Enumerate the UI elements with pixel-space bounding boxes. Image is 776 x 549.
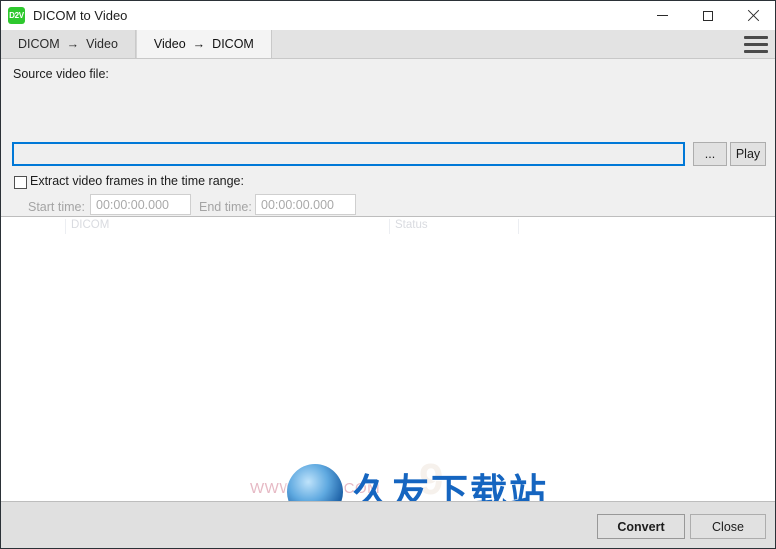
close-icon xyxy=(747,10,759,22)
start-time-input[interactable] xyxy=(90,194,191,215)
convert-button[interactable]: Convert xyxy=(597,514,685,539)
column-header-status[interactable]: Status xyxy=(395,219,428,231)
results-list[interactable]: DICOM Status 9 WWW.9UPK.COM 久友下载站 Www.9U… xyxy=(1,216,775,501)
play-button[interactable]: Play xyxy=(730,142,766,166)
footer-bar: Convert Close xyxy=(1,501,775,548)
window-title: DICOM to Video xyxy=(33,8,128,23)
extract-frames-checkbox[interactable] xyxy=(14,176,27,189)
end-time-label: End time: xyxy=(199,200,252,214)
list-column-headers: DICOM Status xyxy=(1,217,775,236)
tab-dicom-to-video-left: DICOM xyxy=(18,37,60,51)
list-rows-container xyxy=(1,236,775,501)
arrow-right-icon: → xyxy=(192,37,206,51)
close-window-button[interactable] xyxy=(730,1,775,30)
app-icon: D2V xyxy=(8,7,25,24)
maximize-button[interactable] xyxy=(685,1,730,30)
form-panel: Source video file: ... Play Extract vide… xyxy=(1,59,775,268)
close-button[interactable]: Close xyxy=(690,514,766,539)
app-window: D2V DICOM to Video DICOM → Video Video →… xyxy=(0,0,776,549)
end-time-input[interactable] xyxy=(255,194,356,215)
column-header-dicom[interactable]: DICOM xyxy=(71,219,109,231)
window-controls xyxy=(640,1,775,30)
source-video-input[interactable] xyxy=(12,142,685,166)
tab-video-to-dicom-right: DICOM xyxy=(212,37,254,51)
column-separator[interactable] xyxy=(65,219,66,234)
minimize-button[interactable] xyxy=(640,1,685,30)
title-bar: D2V DICOM to Video xyxy=(1,1,775,30)
tab-video-to-dicom-left: Video xyxy=(153,37,186,51)
maximize-icon xyxy=(702,10,713,21)
tab-strip: DICOM → Video Video → DICOM xyxy=(1,30,775,59)
hamburger-icon[interactable] xyxy=(744,34,768,54)
source-browse-button[interactable]: ... xyxy=(693,142,727,166)
column-separator[interactable] xyxy=(389,219,390,234)
start-time-label: Start time: xyxy=(28,200,85,214)
minimize-icon xyxy=(657,15,668,16)
source-video-label: Source video file: xyxy=(13,67,109,81)
column-separator[interactable] xyxy=(518,219,519,234)
tab-dicom-to-video[interactable]: DICOM → Video xyxy=(1,30,136,58)
tab-video-to-dicom[interactable]: Video → DICOM xyxy=(135,30,272,58)
extract-frames-label: Extract video frames in the time range: xyxy=(30,174,244,188)
arrow-right-icon: → xyxy=(66,37,80,51)
tab-dicom-to-video-right: Video xyxy=(86,37,118,51)
